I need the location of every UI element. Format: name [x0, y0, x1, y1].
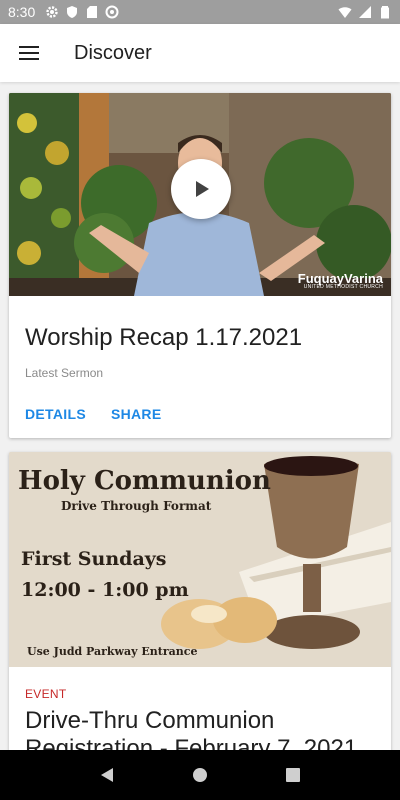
menu-button[interactable] [0, 24, 58, 82]
shield-icon [67, 6, 78, 18]
watermark-subtitle: UNITED METHODIST CHURCH [303, 284, 383, 290]
sd-card-icon [87, 6, 98, 18]
event-card-body: EVENT Drive-Thru Communion Registration … [9, 667, 391, 750]
discover-feed[interactable]: FuquayVarina UNITED METHODIST CHURCH Wor… [0, 82, 400, 750]
play-icon [196, 181, 209, 197]
poster-subheading: Drive Through Format [61, 499, 212, 513]
page-title: Discover [74, 41, 152, 64]
recents-icon[interactable] [284, 766, 302, 784]
back-icon[interactable] [98, 766, 116, 784]
system-navigation-bar [0, 750, 400, 800]
poster-heading: Holy Communion [18, 466, 271, 496]
sermon-subtitle: Latest Sermon [25, 366, 104, 380]
poster-line2: 12:00 - 1:00 pm [21, 579, 189, 601]
play-button[interactable] [171, 159, 231, 219]
sermon-card-body: Worship Recap 1.17.2021 Latest Sermon DE… [9, 296, 391, 438]
sermon-title: Worship Recap 1.17.2021 [25, 324, 303, 351]
hamburger-menu-icon [19, 46, 39, 60]
card-actions: DETAILS SHARE [25, 406, 375, 422]
status-bar: 8:30 [0, 0, 400, 24]
details-button[interactable]: DETAILS [25, 406, 86, 422]
poster-line1: First Sundays [21, 548, 167, 570]
app-bar: Discover [0, 24, 400, 82]
home-icon[interactable] [191, 766, 209, 784]
sermon-video-thumbnail[interactable]: FuquayVarina UNITED METHODIST CHURCH [9, 93, 391, 296]
event-label: EVENT [25, 687, 67, 701]
communion-poster[interactable]: Holy Communion Drive Through Format Firs… [9, 452, 391, 667]
wifi-icon [338, 7, 352, 18]
at-sign-icon [105, 5, 119, 19]
signal-icon [359, 6, 371, 18]
sermon-card[interactable]: FuquayVarina UNITED METHODIST CHURCH Wor… [9, 93, 391, 438]
battery-icon [381, 6, 389, 19]
status-time: 8:30 [8, 4, 36, 20]
gear-icon [46, 6, 58, 18]
church-watermark: FuquayVarina UNITED METHODIST CHURCH [298, 272, 383, 290]
event-card[interactable]: Holy Communion Drive Through Format Firs… [9, 452, 391, 750]
poster-footer: Use Judd Parkway Entrance [27, 645, 198, 658]
share-button[interactable]: SHARE [111, 406, 162, 422]
event-title: Drive-Thru Communion Registration - Febr… [25, 707, 358, 750]
